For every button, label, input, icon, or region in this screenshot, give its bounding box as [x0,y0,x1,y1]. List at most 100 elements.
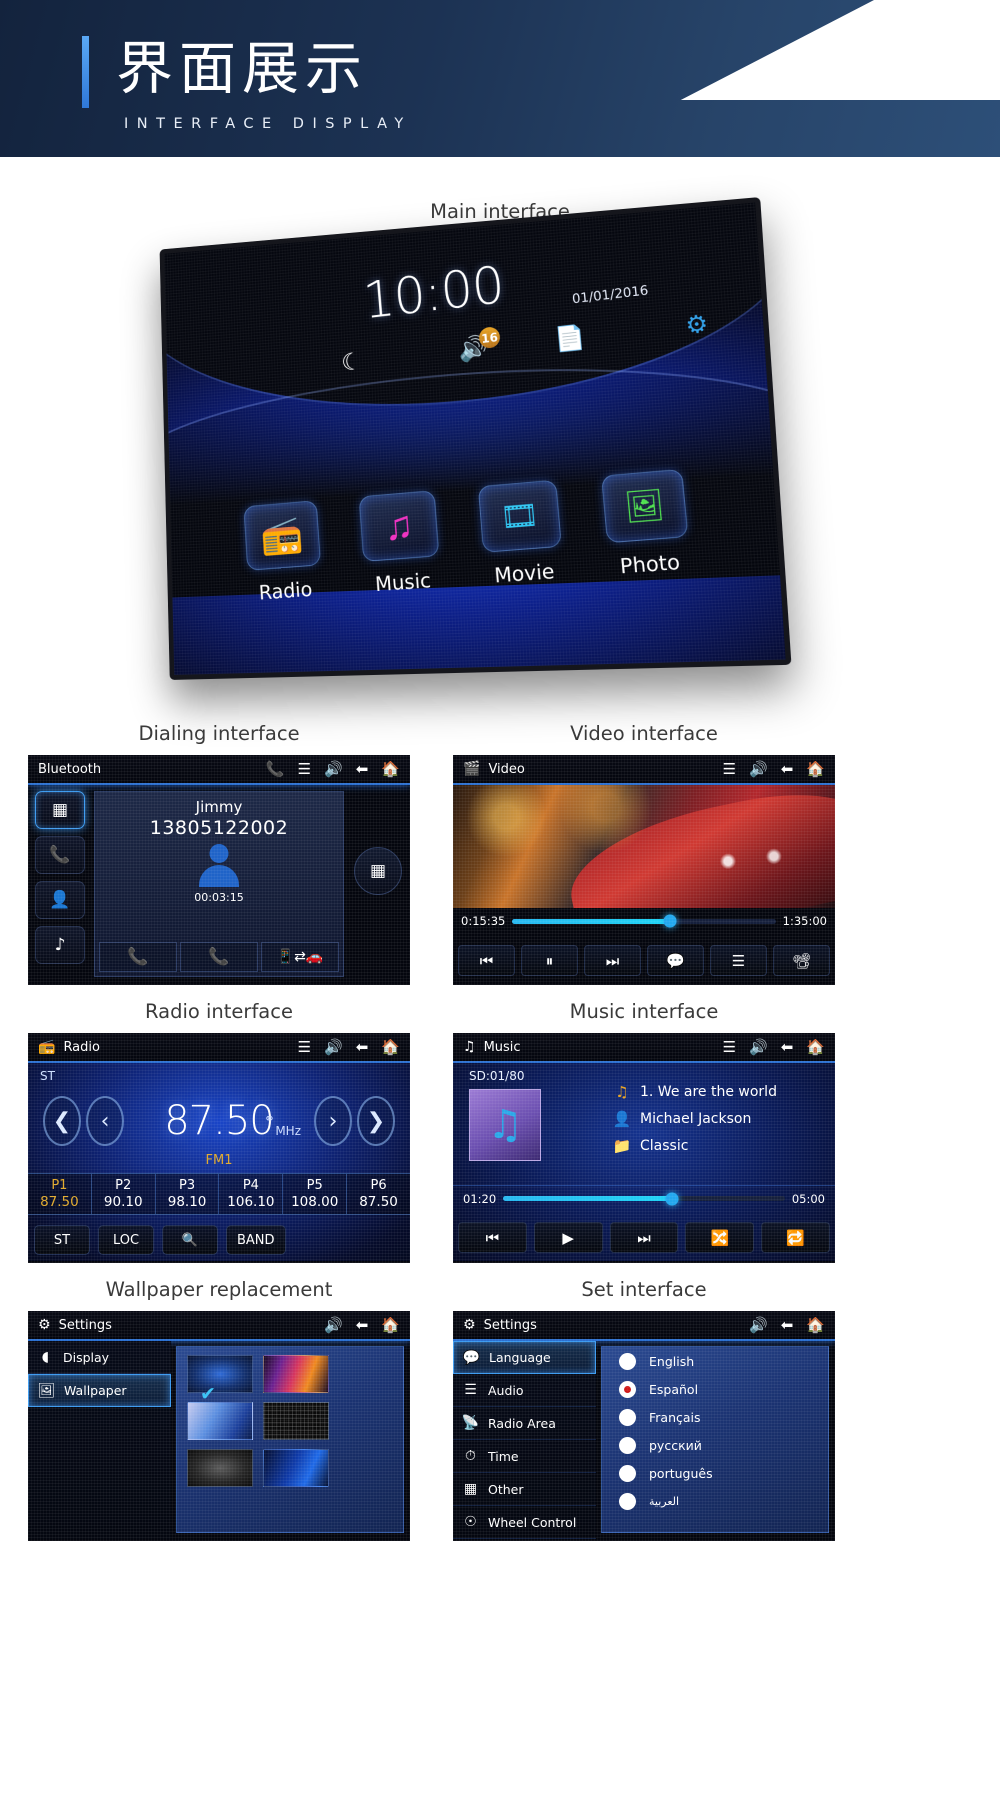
preset-button[interactable]: P1 87.50 [28,1174,92,1214]
volume-icon[interactable]: 🔊 [324,761,343,777]
sidebar-item-time[interactable]: ⏱ Time [453,1440,596,1473]
sidebar-item-language[interactable]: 💬 Language [453,1341,596,1374]
volume-icon[interactable]: 🔊 [749,1039,768,1055]
music-seek-bar[interactable] [503,1192,785,1205]
sidebar-item-audio[interactable]: ☰ Audio [453,1374,596,1407]
seek-down-button[interactable]: ❮ [43,1096,81,1146]
preset-button[interactable]: P5 108.00 [283,1174,348,1214]
volume-icon[interactable]: 🔊 [749,1317,768,1333]
step-down-button[interactable]: ‹ [86,1096,124,1146]
pause-icon[interactable]: ⏸ [521,945,578,976]
wallpaper-thumb[interactable] [187,1402,253,1440]
language-option[interactable]: русский [602,1431,828,1459]
back-icon[interactable]: ⬅ [356,1317,369,1333]
sidebar-item-wallpaper[interactable]: 🖼 Wallpaper [28,1374,171,1407]
sidebar-item-wheel-control[interactable]: ☉ Wheel Control [453,1506,596,1539]
radio-button[interactable] [619,1380,636,1398]
wallpaper-thumb[interactable] [263,1402,329,1440]
wallpaper-thumb[interactable] [187,1449,253,1487]
volume-icon[interactable]: 🔊 [324,1039,343,1055]
preset-button[interactable]: P3 98.10 [156,1174,220,1214]
answer-call-button[interactable]: 📞 [99,942,177,972]
wallpaper-thumb[interactable] [263,1449,329,1487]
home-icon[interactable]: 🏠 [806,1039,825,1055]
music-icon[interactable]: ♪ [35,926,85,964]
equalizer-icon[interactable]: ☰ [298,761,311,777]
search-icon[interactable]: 🔍 [162,1225,218,1255]
local-button[interactable]: LOC [98,1225,154,1255]
volume-icon[interactable]: 🔊 [749,761,768,777]
clock-icon: ⏱ [465,1448,476,1464]
transfer-call-button[interactable]: 📱⇄🚗 [261,942,339,972]
app-movie[interactable]: 🎞 Movie [474,479,576,666]
gallery-icon[interactable]: 📄 [554,324,587,354]
radio-button[interactable] [619,1464,636,1482]
stereo-indicator: ST [40,1069,55,1083]
next-icon[interactable]: ⏭ [584,945,641,976]
previous-icon[interactable]: ⏮ [458,945,515,976]
language-label: русский [649,1437,702,1453]
dialpad-button[interactable]: ▦ [354,847,402,895]
radio-tuner: ❮ ‹ 87.50 ⚭ MHz › ❯ [28,1089,410,1153]
stereo-button[interactable]: ST [34,1225,90,1255]
wallpaper-thumb[interactable]: ✔ [187,1355,253,1405]
volume-icon[interactable]: 🔊 16 [457,326,501,365]
home-icon[interactable]: 🏠 [381,1317,400,1333]
app-photo[interactable]: 🖼 Photo [597,468,704,659]
active-call-card: Jimmy 13805122002 00:03:15 📞 📞 📱⇄🚗 [94,791,344,977]
keypad-icon[interactable]: ▦ [35,791,85,829]
call-log-icon[interactable]: 📞 [35,836,85,874]
sidebar-item-other[interactable]: ▦ Other [453,1473,596,1506]
video-seek-bar[interactable] [512,914,776,928]
moon-star-icon[interactable]: ☾ [340,349,362,377]
play-icon[interactable]: ▶ [533,1222,603,1253]
phone-icon[interactable]: 📞 [266,761,285,777]
back-icon[interactable]: ⬅ [781,761,794,777]
preset-button[interactable]: P6 87.50 [347,1174,410,1214]
equalizer-icon[interactable]: ☰ [298,1039,311,1055]
caption-wallpaper: Wallpaper replacement [105,1278,333,1301]
preset-button[interactable]: P4 106.10 [219,1174,284,1214]
language-option[interactable]: English [602,1347,828,1375]
language-option[interactable]: العربية [602,1487,828,1515]
previous-icon[interactable]: ⏮ [458,1222,527,1253]
band-button[interactable]: BAND [226,1225,286,1255]
language-option[interactable]: Español [602,1375,828,1403]
back-icon[interactable]: ⬅ [356,761,369,777]
language-option[interactable]: português [602,1459,828,1487]
repeat-icon[interactable]: 🔁 [761,1222,830,1253]
sidebar-item-display[interactable]: ◖ Display [28,1341,171,1374]
radio-button[interactable] [619,1436,636,1454]
radio-button[interactable] [619,1408,636,1426]
list-icon[interactable]: ☰ [710,945,767,976]
subtitle-icon[interactable]: 💬 [647,945,704,976]
screen-icon[interactable]: 📽 [773,945,830,976]
home-icon[interactable]: 🏠 [806,761,825,777]
shuffle-icon[interactable]: 🔀 [685,1222,755,1253]
gear-icon[interactable]: ⚙ [684,311,709,341]
equalizer-icon[interactable]: ☰ [723,1039,736,1055]
seek-up-button[interactable]: ❯ [357,1096,395,1146]
video-stage[interactable] [453,785,835,908]
contacts-icon[interactable]: 👤 [35,881,85,919]
back-icon[interactable]: ⬅ [781,1039,794,1055]
end-call-button[interactable]: 📞 [180,942,258,972]
equalizer-icon[interactable]: ☰ [723,761,736,777]
wallpaper-thumb[interactable] [263,1355,329,1393]
preset-button[interactable]: P2 90.10 [92,1174,156,1214]
back-icon[interactable]: ⬅ [781,1317,794,1333]
app-music[interactable]: ♫ Music [355,490,452,674]
back-icon[interactable]: ⬅ [356,1039,369,1055]
home-icon[interactable]: 🏠 [806,1317,825,1333]
step-up-button[interactable]: › [314,1096,352,1146]
radio-button[interactable] [619,1492,636,1510]
next-icon[interactable]: ⏭ [609,1222,679,1253]
language-option[interactable]: Français [602,1403,828,1431]
home-icon[interactable]: 🏠 [381,1039,400,1055]
app-radio[interactable]: 📻 Radio [240,500,333,675]
radio-button[interactable] [619,1352,636,1370]
volume-icon[interactable]: 🔊 [324,1317,343,1333]
sidebar-item-radio-area[interactable]: 📡 Radio Area [453,1407,596,1440]
sidebar-item-label: Language [489,1350,551,1365]
home-icon[interactable]: 🏠 [381,761,400,777]
